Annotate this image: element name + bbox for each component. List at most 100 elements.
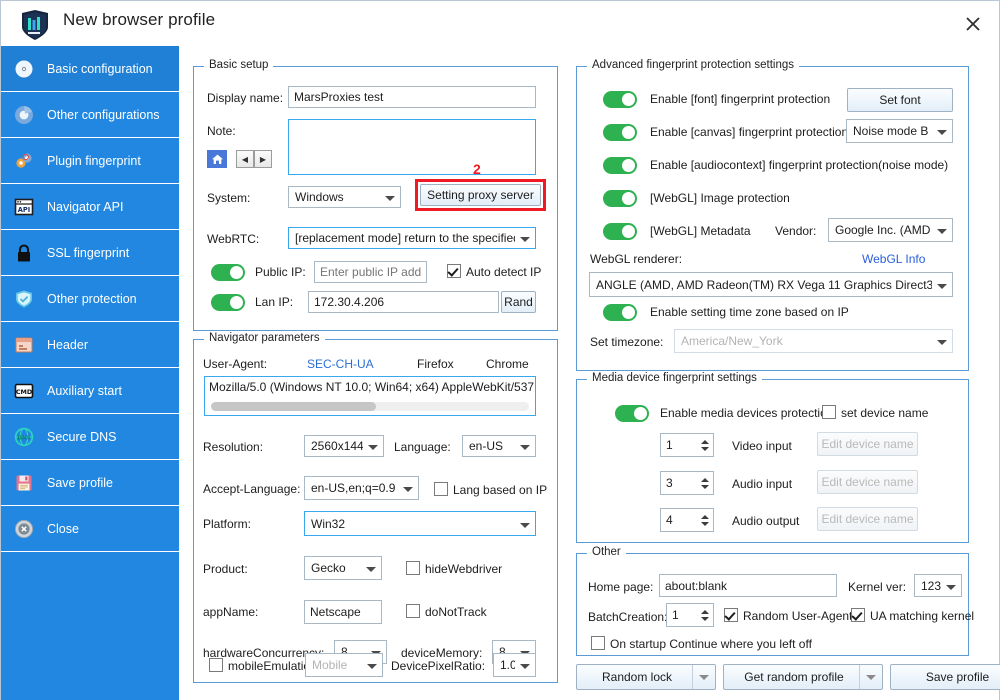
audio-input-spinner[interactable]: 3	[660, 471, 714, 495]
save-profile-button[interactable]: Save profile	[890, 664, 1000, 690]
app-logo-icon	[19, 9, 51, 41]
audio-input-edit-device-name-button[interactable]: Edit device name	[817, 470, 918, 494]
home-page-label: Home page:	[588, 580, 653, 594]
chevron-down-icon	[932, 278, 952, 292]
canvas-noise-mode-select[interactable]: Noise mode B	[846, 119, 953, 143]
video-edit-device-name-button[interactable]: Edit device name	[817, 432, 918, 456]
audio-input-stepper[interactable]	[696, 472, 713, 494]
canvas-protection-label: Enable [canvas] fingerprint protection	[650, 125, 848, 139]
font-protection-toggle[interactable]	[603, 91, 637, 108]
vendor-select[interactable]: Google Inc. (AMD	[828, 218, 953, 242]
audio-output-label: Audio output	[732, 514, 799, 528]
home-page-input[interactable]	[659, 574, 837, 597]
timezone-based-on-ip-toggle[interactable]	[603, 304, 637, 321]
sidebar-item-header[interactable]: Header	[1, 322, 179, 368]
sidebar-item-close[interactable]: Close	[1, 506, 179, 552]
public-ip-toggle[interactable]	[211, 264, 245, 281]
product-select[interactable]: Gecko	[304, 556, 382, 580]
hide-webdriver-checkbox[interactable]	[406, 561, 420, 575]
user-agent-textarea[interactable]: Mozilla/5.0 (Windows NT 10.0; Win64; x64…	[204, 376, 536, 416]
mobile-device-select[interactable]: Mobile	[305, 653, 383, 677]
random-lock-button[interactable]: Random lock	[576, 664, 716, 690]
platform-select[interactable]: Win32	[304, 511, 536, 536]
chevron-down-icon	[515, 231, 535, 245]
get-random-profile-dropdown[interactable]	[859, 665, 882, 689]
mobile-device-value: Mobile	[306, 658, 362, 672]
accept-language-select[interactable]: en-US,en;q=0.9	[304, 476, 419, 500]
webgl-metadata-toggle[interactable]	[603, 223, 637, 240]
batch-creation-label: BatchCreation:	[588, 610, 667, 624]
sidebar-item-basic-configuration[interactable]: Basic configuration	[1, 46, 179, 92]
auto-detect-ip-checkbox[interactable]	[447, 264, 461, 278]
tab-chrome[interactable]: Chrome	[486, 357, 529, 371]
batch-creation-stepper[interactable]	[696, 604, 713, 626]
resolution-select[interactable]: 2560x1440	[304, 435, 384, 457]
sidebar-item-secure-dns[interactable]: DNS Secure DNS	[1, 414, 179, 460]
sidebar-item-save-profile[interactable]: Save profile	[1, 460, 179, 506]
device-pixel-ratio-select[interactable]: 1.0	[493, 653, 536, 677]
set-device-name-label: set device name	[841, 406, 928, 420]
media-device-title: Media device fingerprint settings	[587, 372, 762, 384]
ua-matching-kernel-checkbox[interactable]	[851, 608, 865, 622]
note-prev-button[interactable]: ◀	[236, 150, 254, 168]
audio-input-count: 3	[661, 476, 696, 490]
public-ip-input[interactable]	[314, 261, 427, 283]
do-not-track-checkbox[interactable]	[406, 604, 420, 618]
canvas-protection-toggle[interactable]	[603, 124, 637, 141]
lan-ip-toggle[interactable]	[211, 294, 245, 311]
sidebar-item-label: Other protection	[47, 292, 137, 306]
caret-right-icon: ▶	[260, 155, 266, 164]
chevron-down-icon	[361, 561, 381, 575]
random-lock-label: Random lock	[602, 670, 672, 684]
close-window-button[interactable]	[957, 8, 989, 40]
system-select[interactable]: Windows	[288, 186, 401, 208]
setting-proxy-server-label: Setting proxy server	[427, 188, 534, 202]
lang-based-on-ip-checkbox[interactable]	[434, 482, 448, 496]
sidebar-item-navigator-api[interactable]: API Navigator API	[1, 184, 179, 230]
webgl-renderer-select[interactable]: ANGLE (AMD, AMD Radeon(TM) RX Vega 11 Gr…	[589, 272, 953, 297]
note-home-button[interactable]	[207, 150, 227, 168]
language-select[interactable]: en-US	[462, 435, 536, 457]
sidebar-item-plugin-fingerprint[interactable]: Plugin fingerprint	[1, 138, 179, 184]
language-label: Language:	[394, 440, 451, 454]
kernel-ver-select[interactable]: 123	[914, 574, 962, 597]
set-timezone-select[interactable]: America/New_York	[674, 329, 953, 353]
setting-proxy-server-button[interactable]: Setting proxy server	[420, 184, 541, 206]
lan-ip-rand-button[interactable]: Rand	[501, 291, 536, 313]
audio-output-spinner[interactable]: 4	[660, 508, 714, 532]
audio-output-stepper[interactable]	[696, 509, 713, 531]
sidebar-item-auxiliary-start[interactable]: CMD Auxiliary start	[1, 368, 179, 414]
note-next-button[interactable]: ▶	[254, 150, 272, 168]
webrtc-select[interactable]: [replacement mode] return to the specifi…	[288, 227, 536, 249]
tab-sec-ch-ua[interactable]: SEC-CH-UA	[307, 357, 374, 371]
video-input-spinner[interactable]: 1	[660, 433, 714, 457]
app-name-input[interactable]	[304, 600, 382, 624]
set-font-button[interactable]: Set font	[847, 88, 953, 112]
random-lock-dropdown[interactable]	[692, 665, 715, 689]
user-agent-scrollbar[interactable]	[211, 402, 529, 411]
get-random-profile-button[interactable]: Get random profile	[723, 664, 883, 690]
video-input-stepper[interactable]	[696, 434, 713, 456]
sidebar-item-other-configurations[interactable]: Other configurations	[1, 92, 179, 138]
note-textarea[interactable]	[288, 119, 536, 175]
title-bar: New browser profile	[1, 1, 999, 47]
tab-firefox[interactable]: Firefox	[417, 357, 454, 371]
audiocontext-protection-toggle[interactable]	[603, 157, 637, 174]
batch-creation-spinner[interactable]: 1	[666, 603, 714, 627]
mobile-emulation-checkbox[interactable]	[209, 658, 223, 672]
on-startup-checkbox[interactable]	[591, 636, 605, 650]
sidebar-item-ssl-fingerprint[interactable]: SSL fingerprint	[1, 230, 179, 276]
webgl-image-protection-toggle[interactable]	[603, 190, 637, 207]
audio-output-edit-device-name-button[interactable]: Edit device name	[817, 507, 918, 531]
set-device-name-checkbox[interactable]	[822, 405, 836, 419]
display-name-input[interactable]	[288, 86, 536, 108]
random-user-agent-checkbox[interactable]	[724, 608, 738, 622]
random-user-agent-label: Random User-Agent	[743, 609, 852, 623]
font-protection-label: Enable [font] fingerprint protection	[650, 92, 830, 106]
sidebar-item-label: Header	[47, 338, 88, 352]
webgl-info-link[interactable]: WebGL Info	[862, 252, 925, 266]
media-devices-protection-toggle[interactable]	[615, 405, 649, 422]
sidebar-item-other-protection[interactable]: Other protection	[1, 276, 179, 322]
lan-ip-input[interactable]	[308, 291, 499, 313]
display-name-label: Display name:	[207, 91, 283, 105]
